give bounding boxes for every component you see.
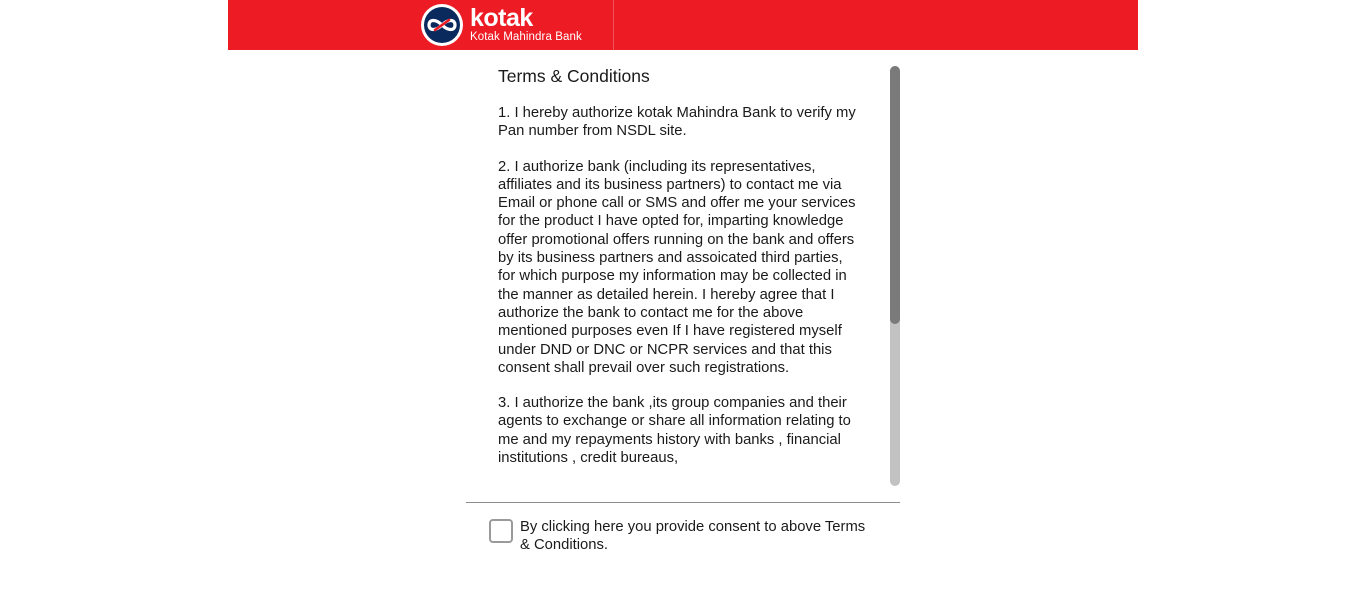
terms-item-2: 2. I authorize bank (including its repre…: [498, 158, 856, 376]
terms-scrollbar-thumb[interactable]: [890, 66, 900, 324]
consent-label[interactable]: By clicking here you provide consent to …: [520, 518, 869, 555]
consent-row: By clicking here you provide consent to …: [489, 517, 869, 555]
brand-subtitle: Kotak Mahindra Bank: [470, 31, 582, 44]
terms-panel: Terms & Conditions 1. I hereby authorize…: [466, 60, 900, 490]
consent-checkbox[interactable]: [489, 519, 513, 543]
terms-scroll-area[interactable]: Terms & Conditions 1. I hereby authorize…: [498, 66, 860, 484]
terms-item-3: 3. I authorize the bank ,its group compa…: [498, 395, 851, 467]
terms-title: Terms & Conditions: [498, 66, 650, 86]
terms-item-1: 1. I hereby authorize kotak Mahindra Ban…: [498, 105, 856, 140]
terms-scrollbar[interactable]: [890, 66, 900, 486]
top-header: kotak Kotak Mahindra Bank: [228, 0, 1138, 50]
header-divider: [613, 0, 614, 50]
logo-text: kotak Kotak Mahindra Bank: [470, 6, 582, 44]
section-divider: [466, 502, 900, 503]
kotak-infinity-logo-icon: [421, 4, 463, 46]
brand-word: kotak: [470, 4, 533, 33]
kotak-logo[interactable]: kotak Kotak Mahindra Bank: [420, 3, 582, 47]
